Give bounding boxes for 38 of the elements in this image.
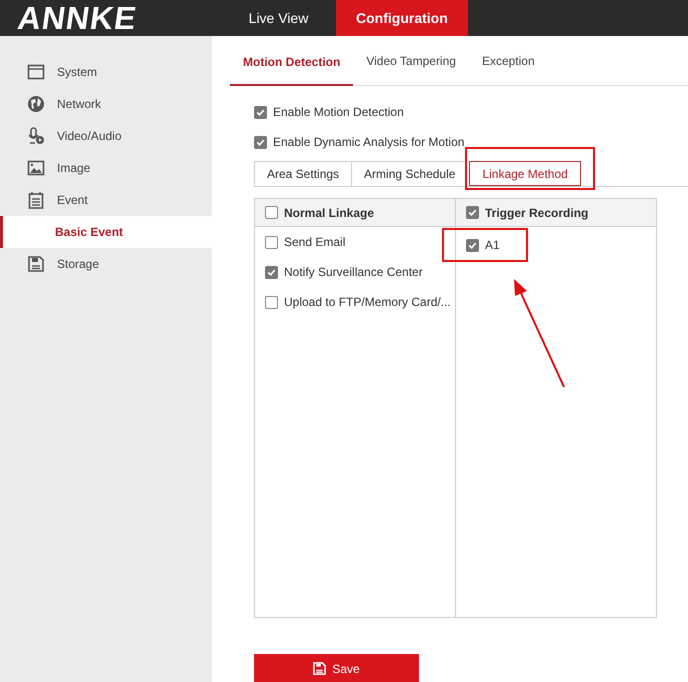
checkbox-label: Send Email (284, 235, 346, 249)
checkbox-label: Enable Dynamic Analysis for Motion (273, 135, 464, 149)
checkbox-label: A1 (485, 238, 500, 252)
globe-icon (27, 95, 45, 113)
checkbox[interactable] (265, 266, 278, 278)
checkbox[interactable] (466, 206, 479, 219)
checkbox[interactable] (254, 136, 267, 148)
column-heading: Normal Linkage (284, 206, 374, 220)
sidebar-item[interactable]: Network (0, 88, 212, 120)
checkbox[interactable] (265, 206, 278, 219)
nav-tab[interactable]: Live View (221, 0, 336, 36)
image-icon (27, 159, 45, 177)
tab[interactable]: Exception (468, 54, 548, 85)
sidebar-item[interactable]: Basic Event (0, 216, 212, 248)
sidebar-item[interactable]: Image (0, 152, 212, 184)
microphone-play-icon (27, 127, 45, 145)
sidebar-item[interactable]: System (0, 56, 212, 88)
tab[interactable]: Video Tampering (353, 54, 469, 85)
step-tab[interactable]: Linkage Method (469, 161, 581, 186)
checkbox[interactable] (265, 236, 278, 248)
checkbox-label: Enable Motion Detection (273, 105, 404, 119)
window-icon (27, 63, 45, 81)
checkbox-label: Upload to FTP/Memory Card/... (284, 295, 451, 309)
sidebar-item[interactable]: Storage (0, 248, 212, 280)
nav-tab[interactable]: Configuration (336, 0, 468, 36)
step-tab[interactable]: Arming Schedule (351, 161, 468, 186)
column-heading: Trigger Recording (485, 206, 588, 220)
checkbox[interactable] (254, 106, 267, 118)
logo: ANNKE (14, 0, 140, 36)
sidebar-item[interactable]: Event (0, 184, 212, 216)
step-tab[interactable]: Area Settings (254, 161, 352, 186)
sidebar-item[interactable]: Video/Audio (0, 120, 212, 152)
checkbox[interactable] (265, 296, 278, 308)
checkbox-label: Notify Surveillance Center (284, 265, 423, 279)
clipboard-icon (27, 191, 45, 209)
checkbox[interactable] (466, 238, 479, 252)
save-button[interactable]: Save (254, 654, 419, 682)
tab[interactable]: Motion Detection (230, 55, 354, 86)
